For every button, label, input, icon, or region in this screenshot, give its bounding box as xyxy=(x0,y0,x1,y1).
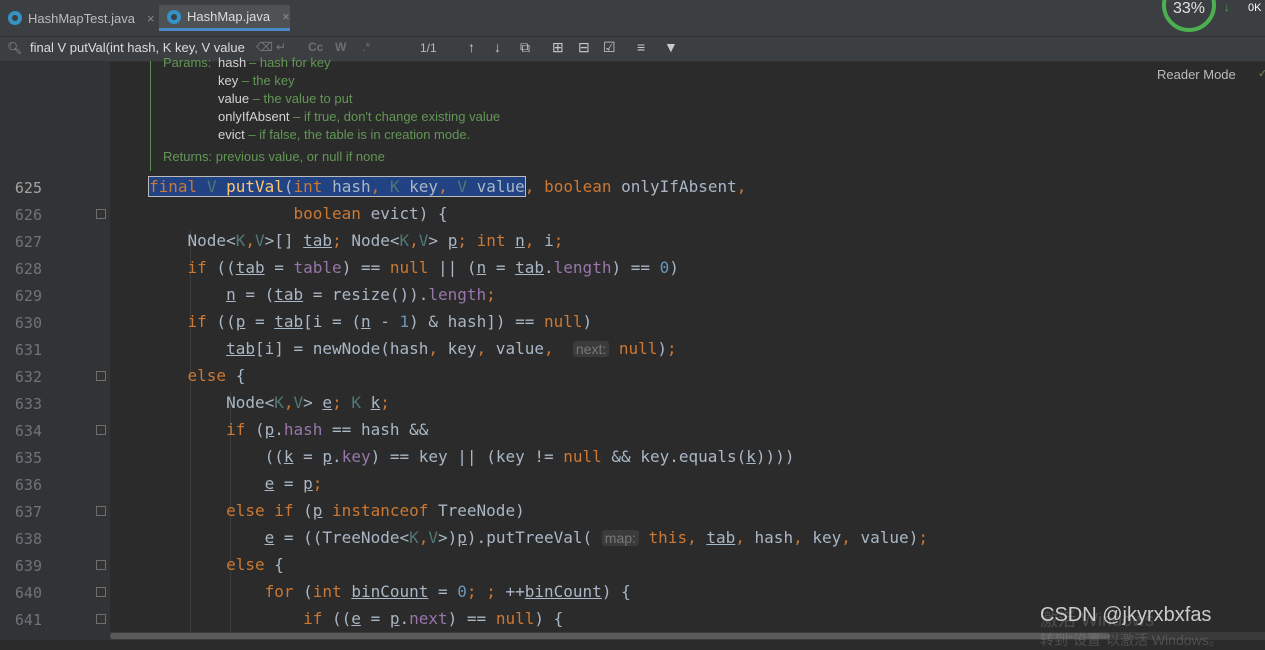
new-line-icon[interactable]: ↵ xyxy=(276,40,286,54)
code-line: else if (p instanceof TreeNode) xyxy=(226,501,525,520)
reader-mode-button[interactable]: Reader Mode xyxy=(1157,67,1236,82)
parameter-hint: next: xyxy=(572,341,610,357)
code-line: tab[i] = newNode(hash, key, value, next:… xyxy=(226,339,677,358)
cpu-gauge: 33% xyxy=(1162,0,1216,32)
line-number: 630 xyxy=(14,314,42,332)
previous-occurrence-icon[interactable]: ↑ xyxy=(468,39,475,55)
code-line: if (p.hash == hash && xyxy=(226,420,429,439)
search-icon[interactable]: 🔍︎ xyxy=(7,41,22,55)
csdn-watermark: CSDN @jkyrxbxfas xyxy=(1040,604,1212,626)
line-number: 629 xyxy=(14,287,42,305)
download-arrow-icon: ↓ xyxy=(1224,2,1230,14)
fold-marker-icon[interactable] xyxy=(96,506,106,516)
parameter-hint: map: xyxy=(601,530,639,546)
match-count: 1/1 xyxy=(420,41,437,55)
fold-marker-icon[interactable] xyxy=(96,614,106,624)
line-number: 636 xyxy=(14,476,42,494)
doc-param-row: key – the key xyxy=(218,73,295,88)
line-number: 631 xyxy=(14,341,42,359)
close-icon[interactable]: × xyxy=(147,11,155,26)
select-all-occurrences-icon[interactable]: ☑ xyxy=(603,39,616,56)
find-in-window-icon[interactable]: ⧉ xyxy=(520,39,530,56)
search-input[interactable]: final V putVal(int hash, K key, V value xyxy=(30,40,245,55)
fold-marker-icon[interactable] xyxy=(96,371,106,381)
match-case-toggle[interactable]: Cc xyxy=(308,40,323,54)
line-number: 633 xyxy=(14,395,42,413)
code-line: Node<K,V>[] tab; Node<K,V> p; int n, i; xyxy=(149,231,564,250)
code-line: else { xyxy=(226,555,284,574)
line-number: 639 xyxy=(14,557,42,575)
filter-settings-icon[interactable]: ≡ xyxy=(637,39,645,55)
code-line: e = ((TreeNode<K,V>)p).putTreeVal( map: … xyxy=(264,528,928,547)
tab-hashmaptest[interactable]: HashMapTest.java × xyxy=(0,5,158,31)
code-line: n = (tab = resize()).length; xyxy=(226,285,496,304)
next-occurrence-icon[interactable]: ↓ xyxy=(494,39,501,55)
doc-param-row: evict – if false, the table is in creati… xyxy=(218,127,471,142)
code-line: boolean evict) { xyxy=(293,204,448,223)
line-number: 640 xyxy=(14,584,42,602)
remove-occurrence-icon[interactable]: ⊟ xyxy=(578,39,590,56)
network-speed: 0K xyxy=(1248,2,1262,14)
code-line: if ((e = p.next) == null) { xyxy=(303,609,564,628)
doc-param-row: onlyIfAbsent – if true, don't change exi… xyxy=(218,109,501,124)
code-line: final V putVal(int hash, K key, V value,… xyxy=(148,176,747,197)
java-class-icon xyxy=(8,11,22,25)
code-line: Node<K,V> e; K k; xyxy=(149,393,390,412)
code-line: for (int binCount = 0; ; ++binCount) { xyxy=(264,582,631,601)
code-line: if ((p = tab[i = (n - 1) & hash]) == nul… xyxy=(187,312,593,331)
scrollbar-thumb[interactable] xyxy=(110,633,1110,639)
line-number: 632 xyxy=(14,368,42,386)
fold-marker-icon[interactable] xyxy=(96,587,106,597)
code-line: e = p; xyxy=(264,474,323,493)
line-number: 628 xyxy=(14,260,42,278)
inspection-ok-icon: ✓ xyxy=(1258,68,1265,80)
line-number: 634 xyxy=(14,422,42,440)
line-number: 635 xyxy=(14,449,42,467)
tab-hashmap[interactable]: HashMap.java × xyxy=(159,5,290,31)
tab-label: HashMapTest.java xyxy=(28,10,135,26)
line-number: 626 xyxy=(14,206,42,224)
filter-icon[interactable]: ▼ xyxy=(664,39,678,55)
fold-marker-icon[interactable] xyxy=(96,560,106,570)
code-line: if ((tab = table) == null || (n = tab.le… xyxy=(187,258,679,277)
line-number: 638 xyxy=(14,530,42,548)
close-icon[interactable]: × xyxy=(282,9,290,24)
code-line: ((k = p.key) == key || (key != null && k… xyxy=(149,447,795,466)
add-occurrence-icon[interactable]: ⊞ xyxy=(552,39,564,56)
line-number: 637 xyxy=(14,503,42,521)
line-number: 625 xyxy=(14,179,42,197)
line-number: 641 xyxy=(14,611,42,629)
fold-marker-icon[interactable] xyxy=(96,209,106,219)
line-number: 627 xyxy=(14,233,42,251)
tab-label: HashMap.java xyxy=(187,9,271,24)
regex-toggle[interactable]: .* xyxy=(362,40,370,54)
fold-marker-icon[interactable] xyxy=(96,425,106,435)
doc-param-row: value – the value to put xyxy=(218,91,353,106)
doc-param-row: Params: hash – hash for key xyxy=(163,55,331,70)
doc-returns: Returns: previous value, or null if none xyxy=(163,149,385,164)
clear-search-icon[interactable]: ⌫ xyxy=(256,40,273,54)
editor-tab-bar: HashMapTest.java × HashMap.java × 33% ↓ … xyxy=(0,0,1265,36)
java-class-icon xyxy=(167,9,181,24)
windows-activation-subtext: 转到"设置"以激活 Windows。 xyxy=(1040,632,1223,648)
whole-words-toggle[interactable]: W xyxy=(335,40,346,54)
code-line: else { xyxy=(187,366,246,385)
doc-border xyxy=(150,61,151,171)
